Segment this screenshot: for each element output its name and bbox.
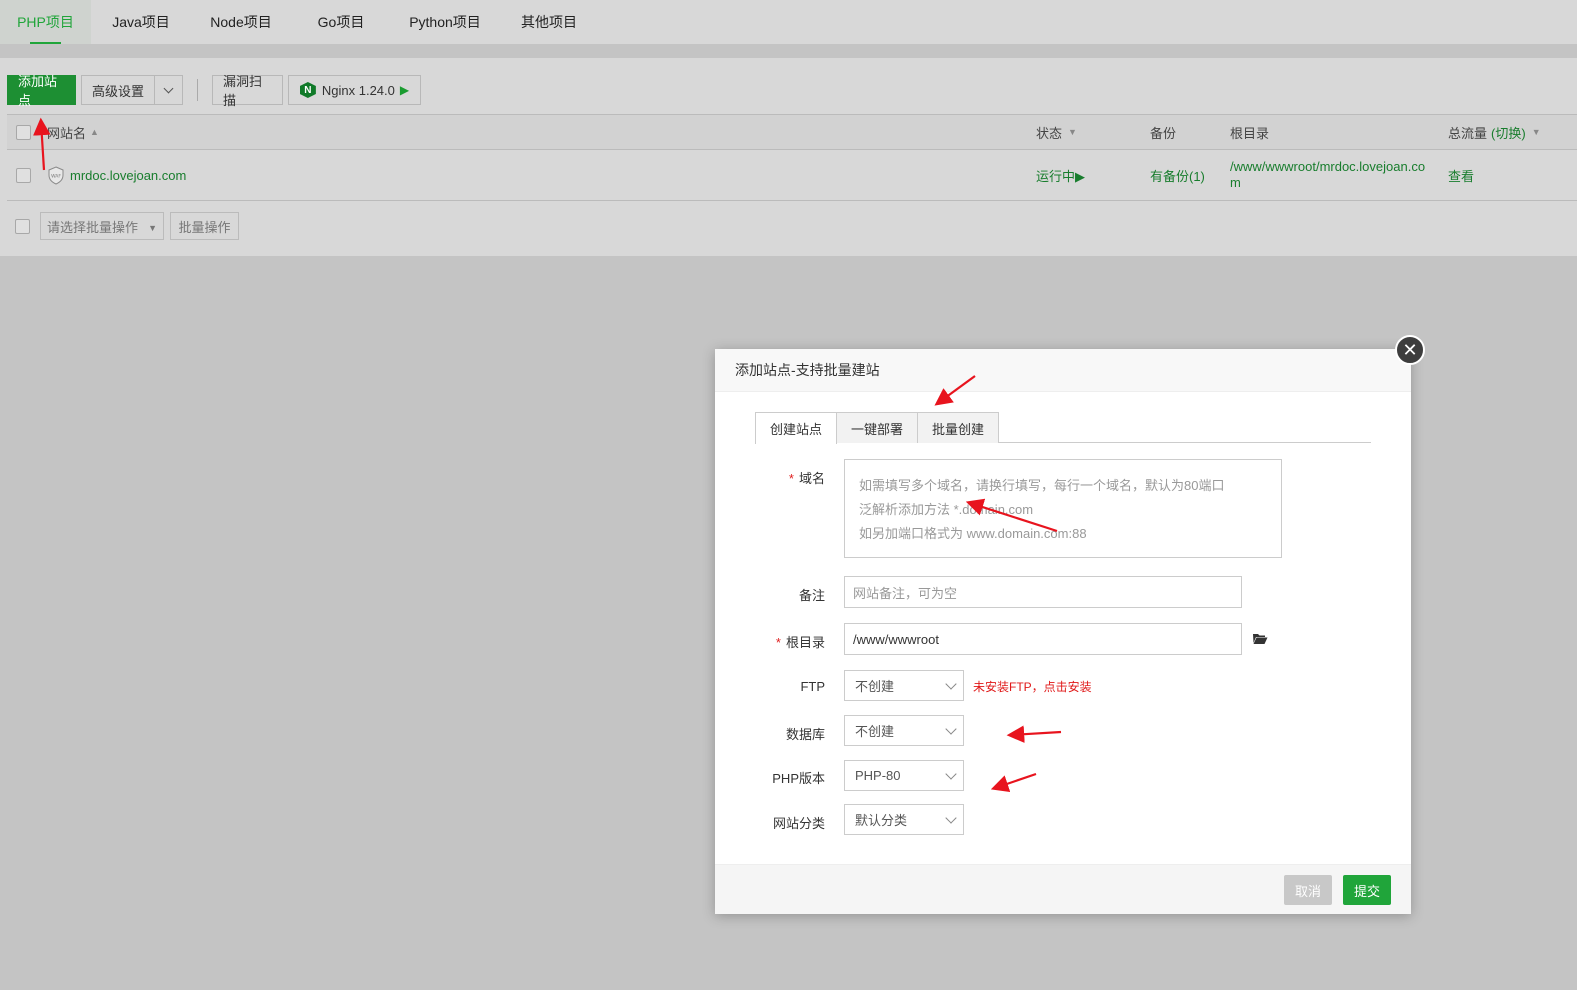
arrow-php [990,772,1037,793]
annotation-arrows [33,117,1062,793]
arrow-tabs [934,375,976,406]
arrow-database [1006,725,1062,743]
arrow-domain [965,498,1058,533]
arrow-add-site [33,117,51,171]
